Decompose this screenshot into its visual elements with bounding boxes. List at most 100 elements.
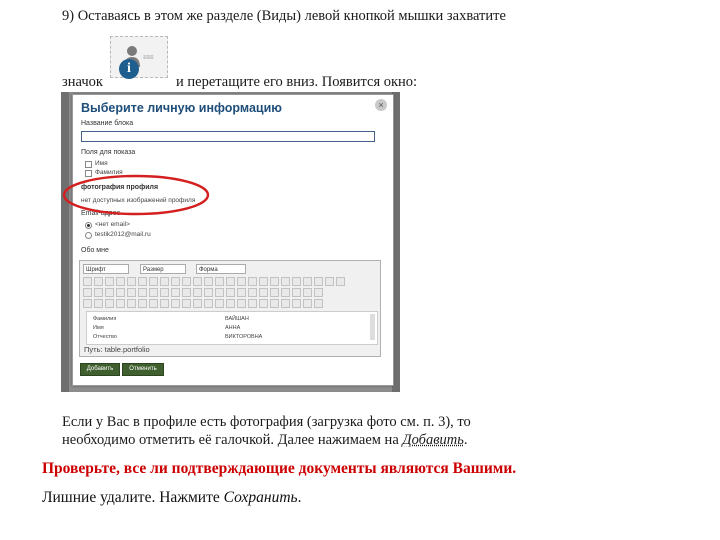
editor-toolbar-button[interactable] — [94, 277, 103, 286]
editor-toolbar-button[interactable] — [149, 277, 158, 286]
editor-scrollbar[interactable] — [370, 314, 375, 340]
editor-toolbar-button[interactable] — [325, 277, 334, 286]
editor-toolbar-button[interactable] — [171, 288, 180, 297]
editor-toolbar-button[interactable] — [281, 288, 290, 297]
editor-toolbar-button[interactable] — [204, 277, 213, 286]
editor-toolbar-button[interactable] — [182, 299, 191, 308]
editor-toolbar-button[interactable] — [193, 277, 202, 286]
editor-content-area[interactable]: Фамилия ВАЙШАН Имя АННА Отчество ВИКТОРО… — [86, 311, 378, 345]
editor-toolbar-button[interactable] — [237, 288, 246, 297]
email-option-address: testik2012@mail.ru — [95, 231, 151, 238]
editor-toolbar-button[interactable] — [160, 277, 169, 286]
rich-text-editor[interactable]: Шрифт Размер Форма Фамилия ВАЙШАН Имя АН… — [79, 260, 381, 357]
editor-toolbar-button[interactable] — [292, 277, 301, 286]
warning-text: Проверьте, все ли подтверждающие докумен… — [42, 460, 517, 477]
editor-toolbar-button[interactable] — [193, 299, 202, 308]
period: . — [297, 489, 302, 506]
editor-toolbar-button[interactable] — [105, 277, 114, 286]
email-radio-none[interactable] — [85, 222, 92, 229]
editor-toolbar-button[interactable] — [248, 288, 257, 297]
editor-toolbar-button[interactable] — [204, 288, 213, 297]
close-icon[interactable]: × — [375, 99, 387, 111]
add-keyword: Добавить — [402, 432, 464, 448]
editor-toolbar-button[interactable] — [226, 299, 235, 308]
editor-toolbar-button[interactable] — [292, 288, 301, 297]
cancel-button[interactable]: Отменить — [122, 363, 164, 376]
photo-instruction-text: необходимо отметить её галочкой. Далее н… — [62, 432, 403, 448]
editor-toolbar-button[interactable] — [237, 299, 246, 308]
editor-toolbar-button[interactable] — [237, 277, 246, 286]
profile-widget-icon-tile[interactable]: ≡≡≡ i — [110, 36, 168, 79]
editor-toolbar-button[interactable] — [303, 288, 312, 297]
editor-toolbar-button[interactable] — [281, 277, 290, 286]
editor-toolbar-button[interactable] — [215, 288, 224, 297]
editor-toolbar-button[interactable] — [270, 277, 279, 286]
table-cell: Фамилия — [93, 316, 117, 322]
editor-toolbar-button[interactable] — [270, 288, 279, 297]
editor-toolbar-button[interactable] — [226, 288, 235, 297]
editor-toolbar-button[interactable] — [193, 288, 202, 297]
editor-toolbar-button[interactable] — [204, 299, 213, 308]
field-option-name: Имя — [95, 160, 108, 167]
editor-toolbar-button[interactable] — [259, 277, 268, 286]
editor-toolbar-button[interactable] — [116, 288, 125, 297]
icon-mini-label: ≡≡≡ — [143, 55, 154, 61]
field-checkbox-name[interactable] — [85, 161, 92, 168]
editor-toolbar-button[interactable] — [303, 299, 312, 308]
fields-label: Поля для показа — [81, 149, 136, 156]
email-radio-address[interactable] — [85, 232, 92, 239]
znachok-text: значок — [62, 74, 103, 90]
add-button[interactable]: Добавить — [80, 363, 120, 376]
editor-toolbar-button[interactable] — [248, 277, 257, 286]
editor-toolbar-button[interactable] — [160, 288, 169, 297]
editor-toolbar-button[interactable] — [127, 288, 136, 297]
screenshot-left-strip — [61, 92, 69, 392]
editor-toolbar-button[interactable] — [270, 299, 279, 308]
editor-toolbar-button[interactable] — [182, 277, 191, 286]
editor-toolbar-button[interactable] — [105, 299, 114, 308]
block-name-input[interactable] — [81, 131, 375, 142]
editor-toolbar-button[interactable] — [127, 277, 136, 286]
photo-instruction-line1: Если у Вас в профиле есть фотография (за… — [62, 414, 471, 430]
email-option-none: <нет email> — [95, 221, 130, 228]
editor-toolbar-button[interactable] — [94, 299, 103, 308]
editor-toolbar-button[interactable] — [138, 299, 147, 308]
editor-toolbar-button[interactable] — [138, 288, 147, 297]
editor-toolbar-button[interactable] — [83, 277, 92, 286]
editor-toolbar-button[interactable] — [215, 299, 224, 308]
editor-toolbar-button[interactable] — [303, 277, 312, 286]
photo-instruction-line2: необходимо отметить её галочкой. Далее н… — [62, 432, 467, 449]
size-select[interactable]: Размер — [140, 264, 186, 274]
highlight-ellipse — [62, 174, 210, 216]
editor-toolbar-button[interactable] — [182, 288, 191, 297]
editor-toolbar-button[interactable] — [105, 288, 114, 297]
editor-toolbar-button[interactable] — [281, 299, 290, 308]
editor-toolbar-button[interactable] — [215, 277, 224, 286]
about-label: Обо мне — [81, 247, 109, 254]
editor-toolbar-button[interactable] — [226, 277, 235, 286]
editor-toolbar-button[interactable] — [116, 277, 125, 286]
period: . — [463, 432, 468, 448]
editor-toolbar-button[interactable] — [171, 277, 180, 286]
font-select[interactable]: Шрифт — [83, 264, 129, 274]
editor-toolbar-button[interactable] — [83, 299, 92, 308]
format-select[interactable]: Форма — [196, 264, 246, 274]
editor-toolbar-button[interactable] — [149, 299, 158, 308]
editor-toolbar-button[interactable] — [259, 299, 268, 308]
editor-toolbar-button[interactable] — [314, 299, 323, 308]
editor-toolbar-button[interactable] — [314, 277, 323, 286]
editor-toolbar-button[interactable] — [149, 288, 158, 297]
editor-toolbar-button[interactable] — [248, 299, 257, 308]
editor-toolbar-button[interactable] — [127, 299, 136, 308]
editor-toolbar-button[interactable] — [138, 277, 147, 286]
editor-toolbar-button[interactable] — [94, 288, 103, 297]
editor-toolbar-button[interactable] — [314, 288, 323, 297]
editor-toolbar-button[interactable] — [116, 299, 125, 308]
editor-toolbar-button[interactable] — [160, 299, 169, 308]
editor-toolbar-button[interactable] — [336, 277, 345, 286]
editor-toolbar-button[interactable] — [83, 288, 92, 297]
editor-toolbar-button[interactable] — [259, 288, 268, 297]
profile-info-icon: i — [119, 59, 139, 79]
editor-toolbar-button[interactable] — [171, 299, 180, 308]
editor-toolbar-button[interactable] — [292, 299, 301, 308]
